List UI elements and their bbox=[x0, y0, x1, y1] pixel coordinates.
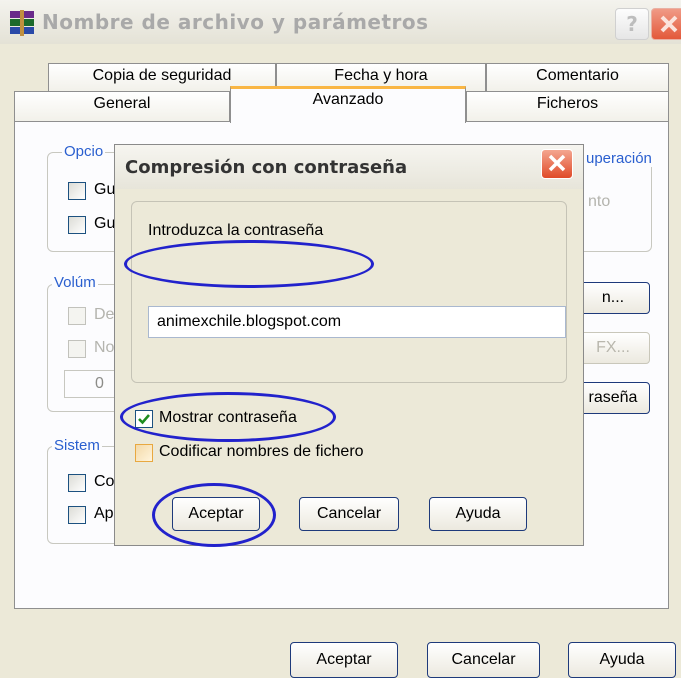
help-title-button[interactable]: ? bbox=[615, 8, 649, 40]
show-password-checkbox[interactable] bbox=[135, 410, 153, 428]
system-checkbox-1[interactable] bbox=[68, 474, 86, 492]
encode-names-checkbox[interactable] bbox=[135, 444, 153, 462]
dialog-accept-button[interactable]: Aceptar bbox=[172, 497, 260, 531]
dialog-title: Compresión con contraseña bbox=[125, 157, 408, 178]
right-button-sfx[interactable]: FX... bbox=[576, 332, 650, 364]
window-title: Nombre de archivo y parámetros bbox=[42, 10, 429, 34]
show-password-label: Mostrar contraseña bbox=[159, 409, 297, 426]
volume-checkbox-2[interactable] bbox=[68, 340, 86, 358]
set-password-button[interactable]: raseña bbox=[576, 382, 650, 414]
close-icon bbox=[548, 154, 566, 172]
dialog-help-button[interactable]: Ayuda bbox=[429, 497, 527, 531]
checkmark-icon bbox=[138, 414, 150, 425]
dialog-cancel-button[interactable]: Cancelar bbox=[299, 497, 399, 531]
winrar-app-icon bbox=[8, 10, 38, 36]
help-button[interactable]: Ayuda bbox=[568, 642, 676, 678]
system-checkbox-2[interactable] bbox=[68, 506, 86, 524]
tab-avanzado[interactable]: Avanzado bbox=[230, 86, 466, 123]
cancel-button[interactable]: Cancelar bbox=[427, 642, 540, 678]
option-checkbox-1[interactable] bbox=[68, 182, 86, 200]
encode-names-label: Codificar nombres de fichero bbox=[159, 443, 364, 460]
system-label-1: Co bbox=[94, 473, 115, 490]
tab-general[interactable]: General bbox=[14, 91, 230, 121]
recovery-text: nto bbox=[588, 193, 611, 210]
option-label-1: Gu bbox=[94, 181, 116, 198]
password-input[interactable]: animexchile.blogspot.com bbox=[148, 306, 566, 338]
volume-checkbox-1[interactable] bbox=[68, 307, 86, 325]
dialog-close-button[interactable] bbox=[541, 149, 573, 179]
password-dialog: Compresión con contraseña Introduzca la … bbox=[114, 144, 584, 546]
volumes-group-legend: Volúm bbox=[52, 274, 98, 291]
tab-comentario[interactable]: Comentario bbox=[486, 63, 669, 91]
option-label-2: Gu bbox=[94, 215, 116, 232]
accept-button[interactable]: Aceptar bbox=[290, 642, 398, 678]
option-checkbox-2[interactable] bbox=[68, 216, 86, 234]
recovery-group-legend: uperación bbox=[584, 150, 654, 167]
right-button-1[interactable]: n... bbox=[576, 282, 650, 314]
system-label-2: Ap bbox=[94, 505, 114, 522]
close-icon bbox=[660, 15, 678, 33]
options-group-legend: Opcio bbox=[62, 143, 106, 160]
close-window-button[interactable] bbox=[651, 8, 681, 40]
password-prompt-label: Introduzca la contraseña bbox=[148, 222, 324, 239]
password-group: Introduzca la contraseña animexchile.blo… bbox=[131, 201, 567, 383]
volume-label-2: No bbox=[94, 339, 115, 356]
system-group-legend: Sistem bbox=[52, 437, 102, 454]
volume-label-1: De bbox=[94, 306, 115, 323]
tab-ficheros[interactable]: Ficheros bbox=[466, 91, 669, 121]
